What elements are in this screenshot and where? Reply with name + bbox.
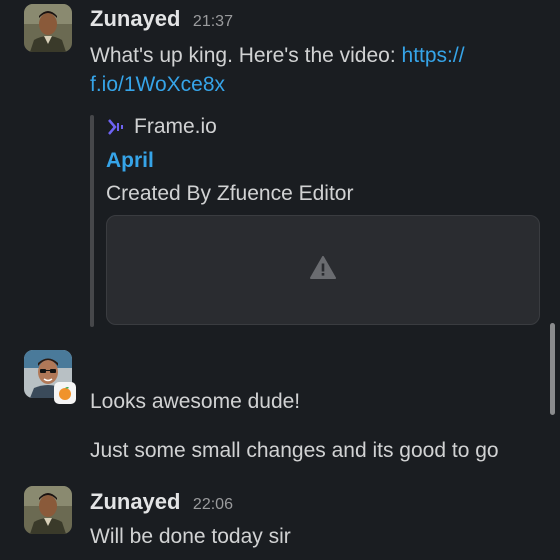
message-text-prefix: What's up king. Here's the video: [90, 44, 402, 67]
unfurl-preview[interactable] [106, 215, 540, 325]
unfurl-service[interactable]: Frame.io [106, 115, 217, 139]
author-name[interactable]: Zunayed [90, 489, 180, 514]
scrollbar[interactable] [550, 323, 555, 415]
message-text: What's up king. Here's the video: https:… [90, 41, 465, 99]
unfurl-title[interactable]: April [106, 149, 154, 173]
timestamp[interactable]: 22:06 [193, 496, 233, 513]
avatar[interactable] [24, 4, 72, 52]
message-line: Just some small changes and its good to … [90, 439, 499, 462]
message-link-continued[interactable]: f.io/1WoXce8x [90, 73, 225, 96]
timestamp[interactable]: 21:37 [193, 13, 233, 30]
warning-icon [310, 255, 336, 285]
author-name[interactable]: Zunayed [90, 6, 180, 31]
unfurl-service-name: Frame.io [134, 115, 217, 138]
orange-emoji-icon [54, 382, 76, 404]
avatar[interactable] [24, 486, 72, 534]
message-text: Will be done today sir [90, 525, 291, 548]
unfurl-accent-bar [90, 115, 94, 327]
message-link[interactable]: https:// [402, 44, 465, 67]
frameio-logo-icon [106, 117, 126, 137]
message-line: Looks awesome dude! [90, 390, 301, 413]
unfurl-description: Created By Zfuence Editor [106, 182, 354, 205]
